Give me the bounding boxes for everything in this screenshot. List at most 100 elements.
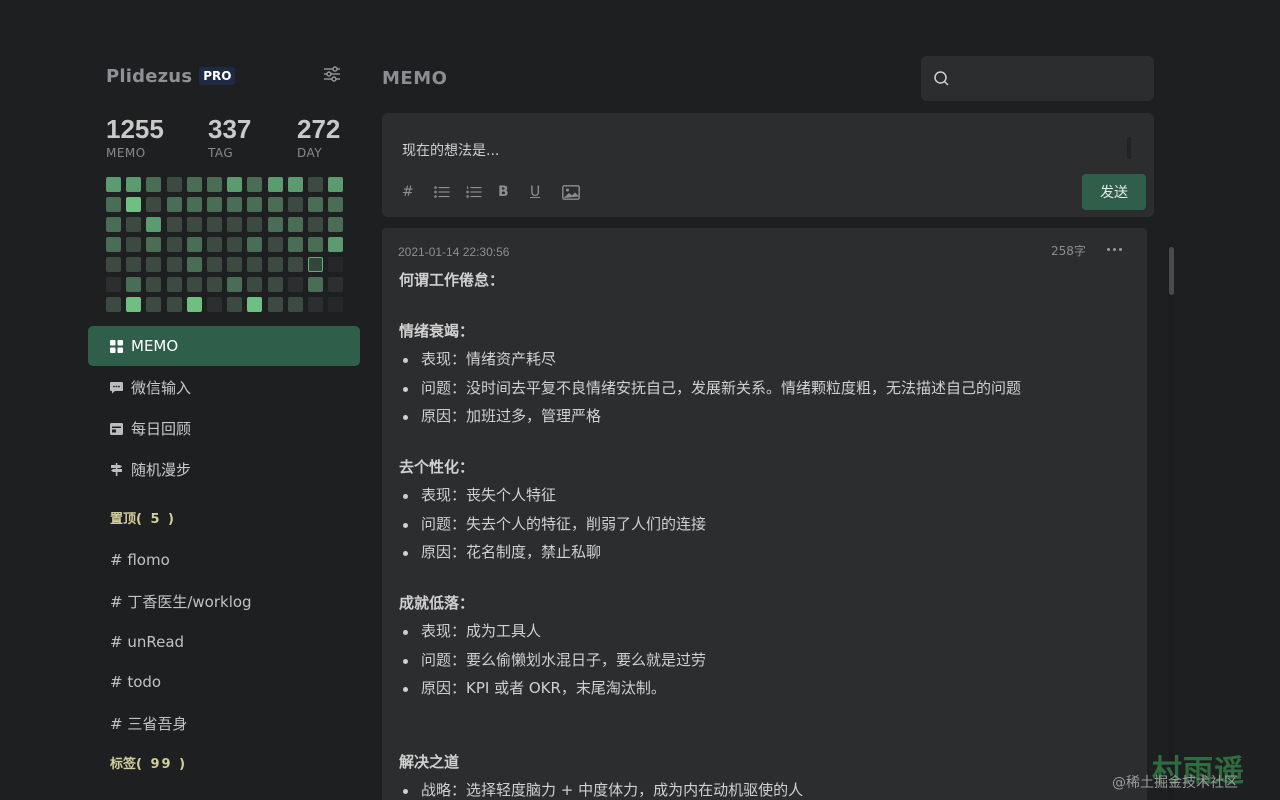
heatmap-cell[interactable] (106, 257, 121, 272)
pinned-tag-reflection[interactable]: # 三省吾身 (88, 703, 360, 744)
hashtag-button[interactable]: # (402, 180, 434, 204)
pinned-tag-flomo[interactable]: # flomo (88, 540, 360, 581)
heatmap-cell[interactable] (227, 257, 243, 272)
heatmap-cell[interactable] (227, 277, 243, 292)
heatmap-cell[interactable] (186, 197, 202, 212)
heatmap-cell[interactable] (166, 297, 182, 312)
sidebar-item-memo[interactable]: MEMO (88, 326, 360, 366)
heatmap-cell[interactable] (227, 237, 243, 252)
heatmap-cell[interactable] (287, 277, 303, 292)
heatmap-cell[interactable] (206, 277, 222, 292)
heatmap-cell[interactable] (146, 277, 162, 292)
heatmap-cell[interactable] (106, 177, 121, 192)
heatmap-cell[interactable] (126, 297, 142, 312)
heatmap-cell[interactable] (146, 237, 162, 252)
heatmap-cell[interactable] (146, 297, 162, 312)
heatmap-cell[interactable] (227, 297, 243, 312)
heatmap-cell[interactable] (126, 237, 142, 252)
heatmap-cell[interactable] (328, 237, 344, 252)
heatmap-cell[interactable] (307, 257, 323, 272)
heatmap-cell[interactable] (328, 257, 344, 272)
sidebar-item-wechat[interactable]: 微信输入 (88, 367, 360, 407)
heatmap-cell[interactable] (307, 177, 323, 192)
heatmap-cell[interactable] (166, 237, 182, 252)
heatmap-cell[interactable] (126, 197, 142, 212)
sidebar-item-random-walk[interactable]: 随机漫步 (88, 449, 360, 489)
heatmap-cell[interactable] (287, 197, 303, 212)
heatmap-cell[interactable] (206, 257, 222, 272)
scrollbar-thumb[interactable] (1169, 247, 1174, 295)
heatmap-cell[interactable] (328, 217, 344, 232)
heatmap-cell[interactable] (307, 217, 323, 232)
heatmap-cell[interactable] (307, 237, 323, 252)
memo-editor[interactable]: 现在的想法是... # B U 发送 (382, 113, 1154, 217)
image-button[interactable] (562, 180, 594, 204)
heatmap-cell[interactable] (206, 177, 222, 192)
heatmap-cell[interactable] (206, 217, 222, 232)
heatmap-cell[interactable] (267, 237, 283, 252)
search-box[interactable] (921, 56, 1154, 101)
heatmap-cell[interactable] (328, 277, 344, 292)
heatmap-cell[interactable] (146, 197, 162, 212)
heatmap-cell[interactable] (267, 177, 283, 192)
heatmap-cell[interactable] (186, 177, 202, 192)
heatmap-cell[interactable] (287, 297, 303, 312)
pinned-tag-dxy-worklog[interactable]: # 丁香医生/worklog (88, 581, 360, 622)
heatmap-cell[interactable] (186, 277, 202, 292)
heatmap-cell[interactable] (247, 197, 263, 212)
heatmap-cell[interactable] (106, 237, 121, 252)
heatmap-cell[interactable] (166, 217, 182, 232)
bold-button[interactable]: B (498, 180, 530, 204)
scrollbar-track[interactable] (1168, 245, 1174, 800)
heatmap-cell[interactable] (328, 177, 344, 192)
heatmap-cell[interactable] (146, 177, 162, 192)
heatmap-cell[interactable] (307, 297, 323, 312)
heatmap-cell[interactable] (106, 297, 121, 312)
heatmap-cell[interactable] (267, 297, 283, 312)
heatmap-cell[interactable] (307, 277, 323, 292)
heatmap-cell[interactable] (106, 277, 121, 292)
heatmap-cell[interactable] (166, 177, 182, 192)
heatmap-cell[interactable] (106, 197, 121, 212)
heatmap-cell[interactable] (186, 217, 202, 232)
heatmap-cell[interactable] (247, 297, 263, 312)
heatmap-cell[interactable] (267, 197, 283, 212)
pinned-tag-todo[interactable]: # todo (88, 662, 360, 703)
heatmap-cell[interactable] (287, 217, 303, 232)
heatmap-cell[interactable] (227, 217, 243, 232)
send-button[interactable]: 发送 (1082, 174, 1146, 210)
heatmap-cell[interactable] (247, 237, 263, 252)
ordered-list-button[interactable] (466, 180, 498, 204)
heatmap-cell[interactable] (126, 217, 142, 232)
heatmap-cell[interactable] (186, 297, 202, 312)
bullet-list-button[interactable] (434, 180, 466, 204)
search-input[interactable] (959, 64, 1145, 92)
heatmap-cell[interactable] (227, 177, 243, 192)
heatmap-cell[interactable] (126, 177, 142, 192)
heatmap-cell[interactable] (267, 277, 283, 292)
more-options-icon[interactable] (1102, 240, 1126, 258)
heatmap-cell[interactable] (206, 297, 222, 312)
heatmap-cell[interactable] (106, 217, 121, 232)
underline-button[interactable]: U (530, 180, 562, 204)
editor-placeholder[interactable]: 现在的想法是... (402, 140, 499, 160)
heatmap-cell[interactable] (206, 237, 222, 252)
heatmap-cell[interactable] (146, 257, 162, 272)
heatmap-cell[interactable] (287, 257, 303, 272)
heatmap-cell[interactable] (186, 237, 202, 252)
heatmap-cell[interactable] (307, 197, 323, 212)
heatmap-cell[interactable] (247, 277, 263, 292)
heatmap-cell[interactable] (247, 257, 263, 272)
heatmap-cell[interactable] (206, 197, 222, 212)
heatmap-cell[interactable] (328, 297, 344, 312)
heatmap-cell[interactable] (126, 277, 142, 292)
heatmap-cell[interactable] (287, 177, 303, 192)
heatmap-cell[interactable] (267, 217, 283, 232)
sidebar-item-daily-review[interactable]: 每日回顾 (88, 408, 360, 448)
heatmap-cell[interactable] (146, 217, 162, 232)
settings-icon[interactable] (322, 64, 342, 88)
heatmap-cell[interactable] (267, 257, 283, 272)
heatmap-cell[interactable] (287, 237, 303, 252)
heatmap-cell[interactable] (166, 197, 182, 212)
heatmap-cell[interactable] (328, 197, 344, 212)
